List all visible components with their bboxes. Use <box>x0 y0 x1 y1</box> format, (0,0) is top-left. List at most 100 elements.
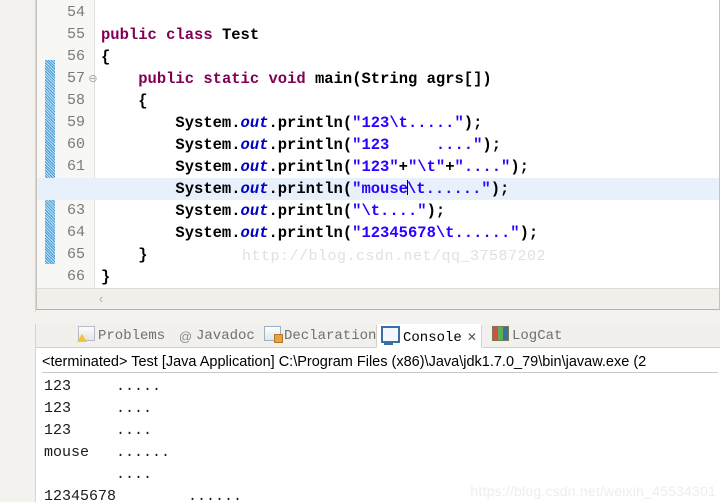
close-icon[interactable]: ✕ <box>467 326 477 350</box>
code-token: void <box>268 70 315 88</box>
line-number: 55 <box>66 26 85 43</box>
declaration-icon <box>264 326 283 343</box>
code-token: ); <box>482 136 501 154</box>
code-token: "\t...." <box>352 202 427 220</box>
console-output-line: 123 .... <box>44 400 153 417</box>
code-line[interactable]: { <box>101 90 719 112</box>
fold-collapse-icon[interactable]: ⊖ <box>87 68 99 90</box>
code-token: } <box>101 246 148 264</box>
panel-separator <box>0 312 720 324</box>
editor-horizontal-scrollbar[interactable]: ‹ <box>37 288 719 309</box>
line-number: 61 <box>66 158 85 175</box>
code-line[interactable] <box>101 2 719 24</box>
code-line[interactable]: System.out.println("123\t....."); <box>101 112 719 134</box>
code-token: "mouse <box>352 180 408 198</box>
code-token: "12345678\t......" <box>352 224 520 242</box>
console-icon <box>381 326 400 345</box>
code-token: out <box>240 158 269 176</box>
code-token: .println( <box>268 158 353 176</box>
code-token: "\t" <box>407 158 446 176</box>
code-token: { <box>101 92 148 110</box>
code-line[interactable]: System.out.println("123 ...."); <box>101 134 719 156</box>
tab-label: Console <box>403 330 462 346</box>
code-token: .println( <box>268 136 353 154</box>
code-token: ); <box>519 224 539 242</box>
code-token: public <box>138 70 204 88</box>
code-line[interactable]: System.out.println("\t...."); <box>101 200 719 222</box>
editor-left-margin <box>0 0 36 312</box>
javadoc-icon: @ <box>178 329 193 344</box>
logcat-icon <box>492 326 509 341</box>
problems-icon <box>77 326 95 342</box>
line-number: 64 <box>66 224 85 241</box>
code-token: out <box>240 136 269 154</box>
code-token: System. <box>101 114 241 132</box>
code-line[interactable]: System.out.println("12345678\t......"); <box>101 222 719 244</box>
code-line[interactable]: public class Test <box>101 24 719 46</box>
code-line-current[interactable]: System.out.println("mouse\t......"); <box>37 178 719 200</box>
console-output-line: 123 .... <box>44 422 153 439</box>
line-number: 59 <box>66 114 85 131</box>
code-token: System. <box>101 180 241 198</box>
code-line[interactable]: System.out.println("123"+"\t"+"...."); <box>101 156 719 178</box>
tab-console[interactable]: Console ✕ <box>376 324 482 348</box>
code-token: } <box>101 268 111 286</box>
line-number: 65 <box>66 246 85 263</box>
line-number: 60 <box>66 136 85 153</box>
view-tab-bar[interactable]: Problems @ Javadoc Declaration Console ✕ LogCa… <box>36 324 720 348</box>
code-line[interactable]: } <box>101 266 719 288</box>
code-token: System. <box>101 224 241 242</box>
code-token: "...." <box>454 158 511 176</box>
code-token: \t......" <box>406 180 491 198</box>
code-token: ); <box>510 158 529 176</box>
console-process-label: <terminated> Test [Java Application] C:\… <box>42 351 718 373</box>
code-token: .println( <box>268 180 353 198</box>
console-output-line: mouse ...... <box>44 444 171 461</box>
code-token: Test <box>221 26 260 44</box>
code-token: System. <box>101 136 241 154</box>
line-number: 63 <box>66 202 85 219</box>
tab-label: Problems <box>98 328 166 344</box>
tab-declaration[interactable]: Declaration <box>260 324 380 348</box>
code-token: static <box>203 70 269 88</box>
code-token: public <box>101 26 167 44</box>
line-number: 66 <box>66 268 85 285</box>
console-output-line: 123 ..... <box>44 378 162 395</box>
line-number: 57 <box>66 70 85 87</box>
code-token: out <box>240 180 269 198</box>
line-number: 56 <box>66 48 85 65</box>
panel-left-margin <box>0 324 36 502</box>
editor-gutter[interactable]: 54555657⊖585960616263646566 <box>37 0 98 288</box>
scroll-left-arrow-icon[interactable]: ‹ <box>93 290 109 308</box>
code-token: main(String agrs[]) <box>314 70 492 88</box>
code-token: System. <box>101 202 241 220</box>
tab-problems[interactable]: Problems <box>74 324 169 348</box>
tab-label: LogCat <box>512 328 563 344</box>
code-token: out <box>240 224 269 242</box>
tab-label: Javadoc <box>196 328 255 344</box>
line-number: 54 <box>66 4 85 21</box>
code-token: { <box>101 48 111 66</box>
tab-logcat[interactable]: LogCat <box>488 324 566 348</box>
code-line[interactable]: public static void main(String agrs[]) <box>101 68 719 90</box>
bottom-watermark: https://blog.csdn.net/weixin_45534301 <box>470 483 716 499</box>
code-editor[interactable]: 54555657⊖585960616263646566 public class… <box>36 0 720 310</box>
editor-watermark: http://blog.csdn.net/qq_37587202 <box>242 248 547 265</box>
code-token: out <box>240 114 269 132</box>
tab-javadoc[interactable]: @ Javadoc <box>174 324 259 348</box>
code-token: "123 ...." <box>352 136 483 154</box>
code-text-area[interactable]: public class Test { public static void ma… <box>37 0 719 288</box>
code-token: ); <box>426 202 446 220</box>
code-token: ); <box>463 114 483 132</box>
code-token: class <box>166 26 222 44</box>
code-line[interactable]: { <box>101 46 719 68</box>
bottom-view-panel: Problems @ Javadoc Declaration Console ✕ LogCa… <box>36 324 720 502</box>
code-token: .println( <box>268 224 353 242</box>
code-token: "123" <box>352 158 399 176</box>
code-token: + <box>398 158 408 176</box>
code-token: .println( <box>268 202 353 220</box>
eclipse-ide-screenshot: 54555657⊖585960616263646566 public class… <box>0 0 720 502</box>
line-number: 58 <box>66 92 85 109</box>
editor-body[interactable]: 54555657⊖585960616263646566 public class… <box>37 0 719 288</box>
code-token: out <box>240 202 269 220</box>
